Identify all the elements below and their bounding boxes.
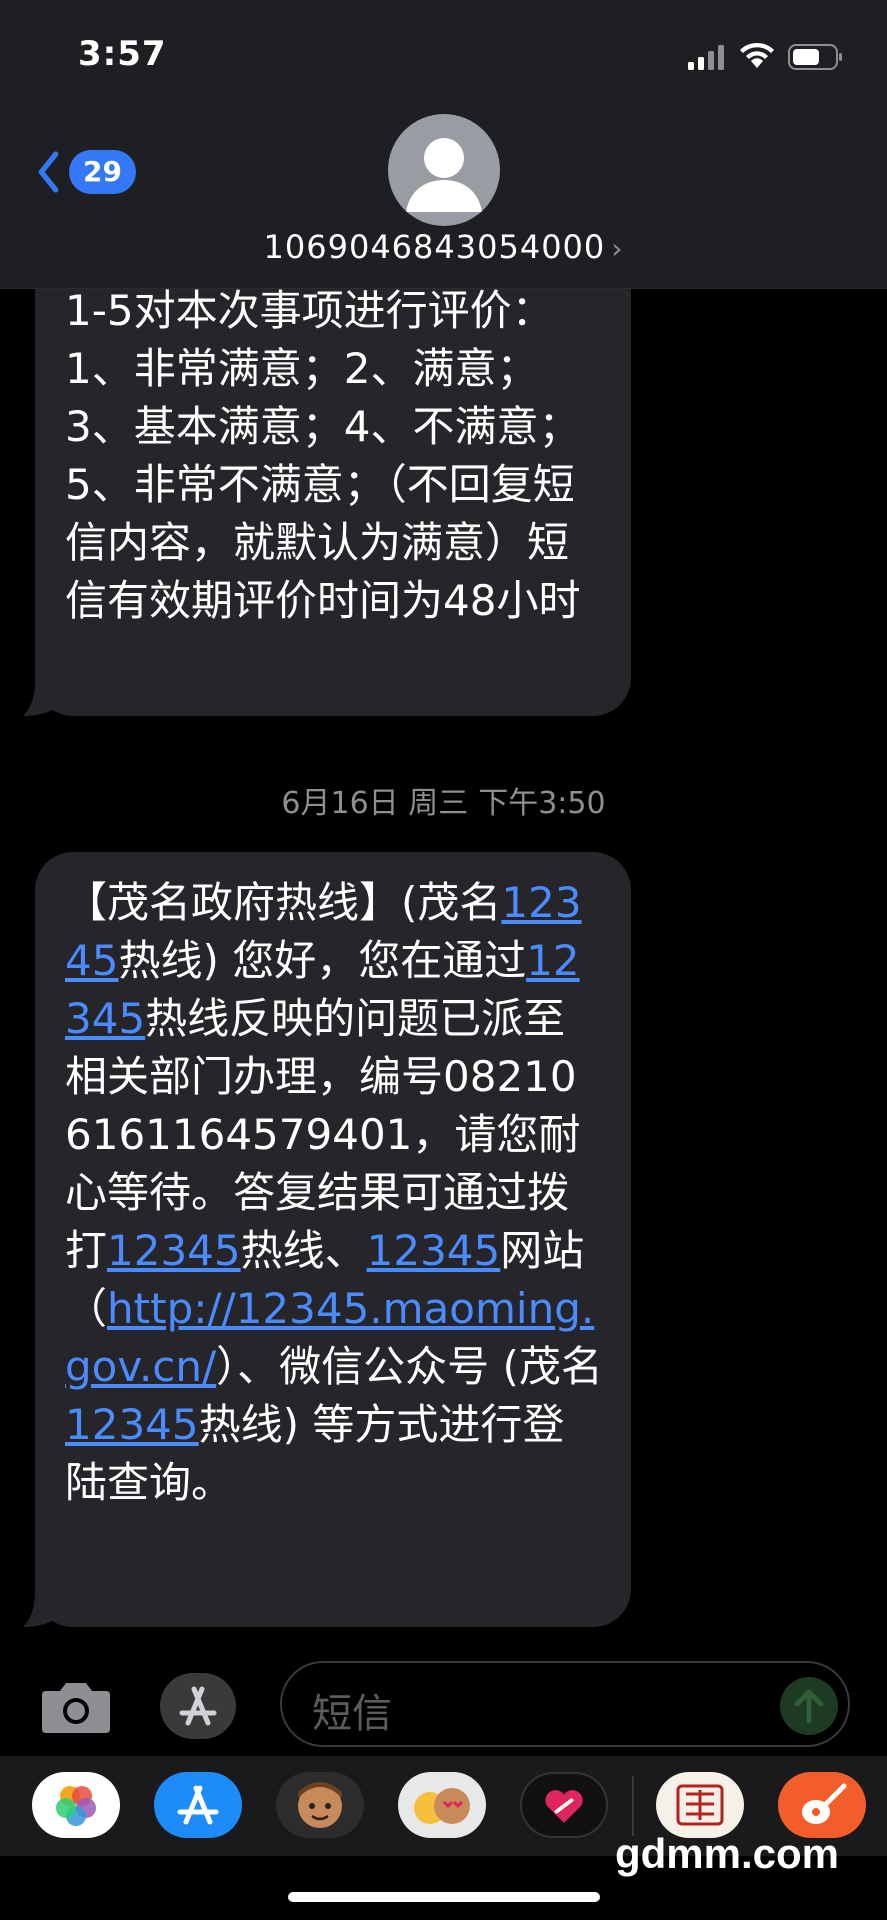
home-indicator[interactable]	[288, 1892, 600, 1902]
phone-link[interactable]: 12345	[107, 1226, 241, 1275]
camera-icon[interactable]	[40, 1679, 112, 1735]
message-input[interactable]: 短信	[280, 1661, 850, 1747]
contact-avatar[interactable]	[388, 114, 500, 226]
watermark: gdmm.com	[615, 1830, 840, 1877]
memoji-stickers-app-icon[interactable]	[398, 1772, 486, 1838]
message-input-placeholder: 短信	[312, 1691, 392, 1737]
phone-link[interactable]: 12345	[65, 1400, 199, 1449]
battery-icon	[788, 44, 842, 70]
digital-touch-app-icon[interactable]	[520, 1772, 608, 1838]
calligraphy-app-icon[interactable]	[656, 1772, 744, 1838]
cellular-signal-icon	[688, 45, 724, 70]
garageband-app-icon[interactable]	[778, 1772, 866, 1838]
arrow-up-icon	[794, 1689, 824, 1724]
contact-name[interactable]: 1069046843054000 ›	[0, 228, 887, 266]
app-store-app-icon[interactable]	[154, 1772, 242, 1838]
wifi-icon	[740, 42, 774, 68]
person-icon	[406, 138, 482, 212]
drawer-divider	[632, 1776, 634, 1836]
bubble-tail	[23, 680, 63, 716]
phone-link[interactable]: 12345	[367, 1226, 501, 1275]
back-button[interactable]: 29	[36, 144, 136, 200]
bubble-tail	[23, 1591, 63, 1627]
message-text: 1-5对本次事项进行评价：1、非常满意；2、满意；3、基本满意；4、不满意；5、…	[65, 286, 581, 625]
message-bubble[interactable]: 【茂名政府热线】(茂名12345热线) 您好，您在通过12345热线反映的问题已…	[23, 852, 631, 1627]
message-bubble[interactable]: 1-5对本次事项进行评价：1、非常满意；2、满意；3、基本满意；4、不满意；5、…	[23, 232, 631, 716]
message-timestamp: 6月16日 周三 下午3:50	[281, 786, 606, 821]
status-time: 3:57	[78, 34, 167, 74]
compose-bar: 短信	[0, 1655, 887, 1755]
chevron-left-icon	[38, 151, 59, 193]
app-store-button[interactable]	[160, 1673, 236, 1739]
status-bar: 3:57	[0, 0, 887, 110]
unread-count-badge: 29	[69, 150, 136, 194]
photos-app-icon[interactable]	[32, 1772, 120, 1838]
memoji-app-icon[interactable]	[276, 1772, 364, 1838]
send-button[interactable]	[780, 1677, 838, 1735]
conversation-header: 3:57 29 1069046843054000 ›	[0, 0, 887, 288]
chevron-right-icon: ›	[611, 232, 624, 265]
app-store-icon	[179, 1686, 217, 1726]
